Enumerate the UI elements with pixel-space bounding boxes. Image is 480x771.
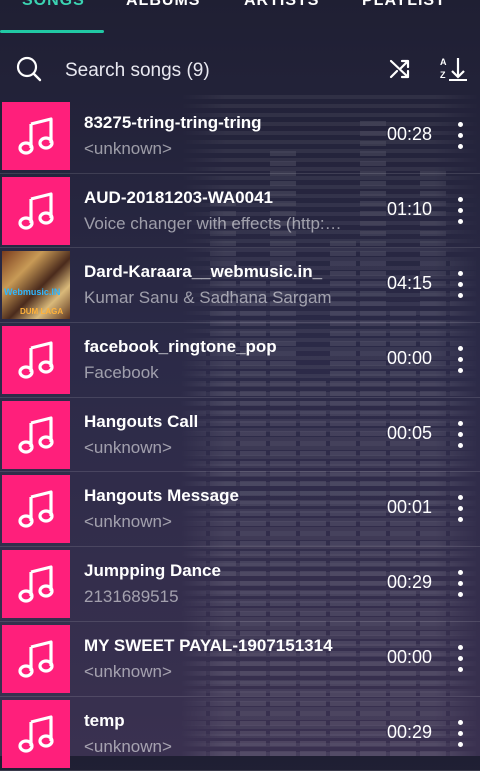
song-artist: <unknown>	[84, 662, 368, 682]
song-row[interactable]: Jumpping Dance 2131689515 00:29	[0, 547, 480, 622]
shuffle-icon[interactable]	[388, 57, 412, 86]
more-vert-icon[interactable]	[454, 570, 466, 598]
song-artist: Voice changer with effects (http:…	[84, 214, 368, 234]
more-vert-icon[interactable]	[454, 645, 466, 673]
svg-text:Z: Z	[440, 70, 446, 80]
song-artist: <unknown>	[84, 438, 368, 458]
song-row[interactable]: temp <unknown> 00:29	[0, 697, 480, 771]
song-duration: 00:01	[387, 497, 432, 518]
search-icon[interactable]	[16, 56, 42, 87]
more-vert-icon[interactable]	[454, 271, 466, 299]
song-title: Hangouts Call	[84, 412, 198, 432]
song-title: AUD-20181203-WA0041	[84, 188, 273, 208]
song-row[interactable]: Hangouts Call <unknown> 00:05	[0, 398, 480, 473]
song-duration: 00:29	[387, 572, 432, 593]
song-row[interactable]: MY SWEET PAYAL-1907151314 <unknown> 00:0…	[0, 622, 480, 697]
tab-albums[interactable]: ALBUMS	[126, 0, 200, 10]
album-art: Webmusic.IN DUM LAGA	[2, 251, 70, 319]
more-vert-icon[interactable]	[454, 197, 466, 225]
music-note-icon	[2, 700, 70, 768]
album-art-text: Webmusic.IN	[4, 287, 60, 297]
song-list: 83275-tring-tring-tring <unknown> 00:28 …	[0, 99, 480, 771]
tab-indicator	[0, 30, 104, 33]
tab-bar: SONGS ALBUMS ARTISTS PLAYLIST	[0, 0, 480, 34]
more-vert-icon[interactable]	[454, 122, 466, 150]
song-duration: 00:29	[387, 722, 432, 743]
song-title: temp	[84, 711, 125, 731]
song-title: 83275-tring-tring-tring	[84, 113, 262, 133]
song-artist: <unknown>	[84, 139, 368, 159]
song-row[interactable]: Hangouts Message <unknown> 00:01	[0, 472, 480, 547]
tab-songs[interactable]: SONGS	[22, 0, 85, 10]
more-vert-icon[interactable]	[454, 421, 466, 449]
search-input[interactable]: Search songs (9)	[65, 60, 210, 82]
song-artist: <unknown>	[84, 737, 368, 757]
song-artist: <unknown>	[84, 512, 368, 532]
album-art-text: DUM LAGA	[20, 307, 63, 316]
music-note-icon	[2, 625, 70, 693]
song-duration: 01:10	[387, 199, 432, 220]
song-row[interactable]: AUD-20181203-WA0041 Voice changer with e…	[0, 174, 480, 249]
song-duration: 00:00	[387, 348, 432, 369]
svg-text:A: A	[440, 57, 447, 67]
tab-playlist[interactable]: PLAYLIST	[362, 0, 446, 10]
more-vert-icon[interactable]	[454, 346, 466, 374]
music-note-icon	[2, 326, 70, 394]
song-duration: 00:05	[387, 423, 432, 444]
tab-artists[interactable]: ARTISTS	[244, 0, 319, 10]
more-vert-icon[interactable]	[454, 720, 466, 748]
music-note-icon	[2, 401, 70, 469]
music-note-icon	[2, 475, 70, 543]
song-title: facebook_ringtone_pop	[84, 337, 277, 357]
music-note-icon	[2, 177, 70, 245]
song-row[interactable]: facebook_ringtone_pop Facebook 00:00	[0, 323, 480, 398]
song-artist: 2131689515	[84, 587, 368, 607]
song-title: Hangouts Message	[84, 486, 239, 506]
song-artist: Kumar Sanu & Sadhana Sargam	[84, 288, 368, 308]
song-title: Dard-Karaara__webmusic.in_	[84, 262, 322, 282]
song-duration: 00:28	[387, 124, 432, 145]
sort-az-icon[interactable]: AZ	[440, 56, 468, 87]
song-row[interactable]: Webmusic.IN DUM LAGA Dard-Karaara__webmu…	[0, 248, 480, 323]
song-duration: 00:00	[387, 647, 432, 668]
music-note-icon	[2, 102, 70, 170]
song-row[interactable]: 83275-tring-tring-tring <unknown> 00:28	[0, 99, 480, 174]
music-note-icon	[2, 550, 70, 618]
song-title: MY SWEET PAYAL-1907151314	[84, 636, 333, 656]
song-title: Jumpping Dance	[84, 561, 221, 581]
search-bar[interactable]: Search songs (9) AZ	[0, 34, 480, 98]
song-artist: Facebook	[84, 363, 368, 383]
song-duration: 04:15	[387, 273, 432, 294]
more-vert-icon[interactable]	[454, 495, 466, 523]
